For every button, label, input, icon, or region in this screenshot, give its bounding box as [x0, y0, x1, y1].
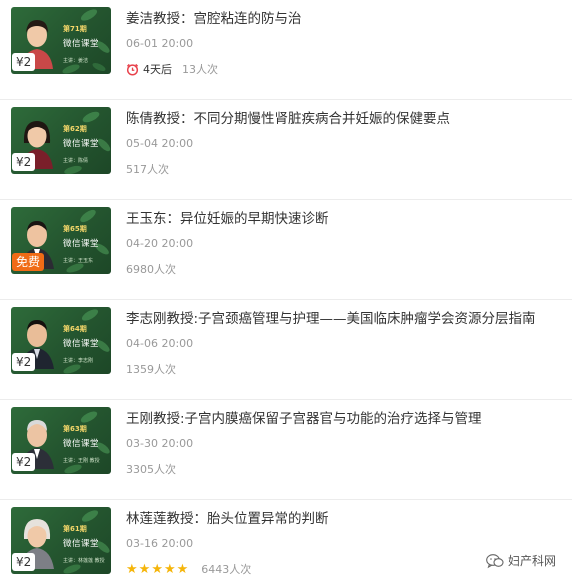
course-meta: 6980人次 — [126, 261, 176, 277]
course-date: 05-04 20:00 — [126, 137, 194, 150]
course-title[interactable]: 姜洁教授：宫腔粘连的防与治 — [126, 7, 302, 27]
host-label: 主讲：李志刚 — [63, 358, 94, 364]
list-item[interactable]: 第61期 微信课堂 主讲：林莲莲 教授 ¥2 林莲莲教授：胎头位置异常的判断 0… — [0, 500, 572, 583]
course-label: 微信课堂 — [63, 239, 100, 249]
course-list: 第71期 微信课堂 主讲：姜洁 ¥2 姜洁教授：宫腔粘连的防与治 06-01 2… — [0, 0, 572, 583]
course-title[interactable]: 李志刚教授:子宫颈癌管理与护理——美国临床肿瘤学会资源分层指南 — [126, 307, 536, 327]
course-title[interactable]: 陈倩教授：不同分期慢性肾脏疾病合并妊娠的保健要点 — [126, 107, 450, 127]
view-count: 3305人次 — [126, 463, 176, 476]
list-item[interactable]: 第62期 微信课堂 主讲：陈倩 ¥2 陈倩教授：不同分期慢性肾脏疾病合并妊娠的保… — [0, 100, 572, 200]
course-title[interactable]: 林莲莲教授：胎头位置异常的判断 — [126, 507, 329, 527]
view-count: 6980人次 — [126, 263, 176, 276]
view-count: 13人次 — [182, 63, 218, 76]
course-date: 03-30 20:00 — [126, 437, 194, 450]
course-meta: 517人次 — [126, 161, 169, 177]
issue-number: 第65期 — [63, 225, 87, 233]
countdown: 4天后 — [126, 61, 172, 77]
host-label: 主讲：陈倩 — [63, 158, 89, 164]
issue-number: 第61期 — [63, 525, 87, 533]
view-count: 6443人次 — [201, 563, 252, 576]
issue-number: 第63期 — [63, 425, 87, 433]
host-label: 主讲：王刚 教授 — [63, 458, 100, 464]
view-count: 1359人次 — [126, 363, 176, 376]
host-label: 主讲：林莲莲 教授 — [63, 558, 105, 564]
alarm-clock-icon — [126, 63, 139, 76]
host-label: 主讲：姜洁 — [63, 58, 89, 64]
list-item[interactable]: 第64期 微信课堂 主讲：李志刚 ¥2 李志刚教授:子宫颈癌管理与护理——美国临… — [0, 300, 572, 400]
course-date: 03-16 20:00 — [126, 537, 194, 550]
list-item[interactable]: 第63期 微信课堂 主讲：王刚 教授 ¥2 王刚教授:子宫内膜癌保留子宫器官与功… — [0, 400, 572, 500]
issue-number: 第64期 — [63, 325, 87, 333]
course-title[interactable]: 王刚教授:子宫内膜癌保留子宫器官与功能的治疗选择与管理 — [126, 407, 482, 427]
course-meta: 3305人次 — [126, 461, 176, 477]
course-label: 微信课堂 — [63, 539, 100, 549]
list-item[interactable]: 第65期 微信课堂 主讲：王玉东 免费 王玉东：异位妊娠的早期快速诊断 04-2… — [0, 200, 572, 300]
course-label: 微信课堂 — [63, 39, 100, 49]
price-badge: ¥2 — [12, 53, 36, 71]
course-meta: 1359人次 — [126, 361, 176, 377]
wechat-icon — [486, 553, 504, 568]
star-icon: ★ — [138, 561, 151, 577]
course-date: 04-06 20:00 — [126, 337, 194, 350]
host-label: 主讲：王玉东 — [63, 258, 94, 264]
course-label: 微信课堂 — [63, 139, 100, 149]
view-count: 517人次 — [126, 163, 169, 176]
course-meta: ★ ★ ★ ★ ★ 6443人次 — [126, 561, 251, 577]
issue-number: 第71期 — [63, 25, 87, 33]
star-icon: ★ — [151, 561, 163, 577]
course-date: 06-01 20:00 — [126, 37, 194, 50]
course-meta: 4天后 13人次 — [126, 61, 218, 77]
watermark-text: 妇产科网 — [507, 554, 556, 568]
course-label: 微信课堂 — [63, 339, 100, 349]
course-date: 04-20 20:00 — [126, 237, 194, 250]
price-badge: ¥2 — [12, 153, 36, 171]
rating-stars: ★ ★ ★ ★ ★ — [126, 562, 189, 577]
watermark: 妇产科网 — [486, 552, 556, 569]
price-badge: ¥2 — [12, 553, 36, 571]
course-label: 微信课堂 — [63, 439, 100, 449]
list-item[interactable]: 第71期 微信课堂 主讲：姜洁 ¥2 姜洁教授：宫腔粘连的防与治 06-01 2… — [0, 0, 572, 100]
star-icon: ★ — [163, 561, 176, 577]
free-badge: 免费 — [12, 253, 45, 271]
countdown-text: 4天后 — [143, 63, 172, 76]
star-icon: ★ — [126, 561, 138, 577]
price-badge: ¥2 — [12, 453, 36, 471]
price-badge: ¥2 — [12, 353, 36, 371]
star-icon: ★ — [176, 561, 189, 577]
issue-number: 第62期 — [63, 125, 87, 133]
course-title[interactable]: 王玉东：异位妊娠的早期快速诊断 — [126, 207, 329, 227]
